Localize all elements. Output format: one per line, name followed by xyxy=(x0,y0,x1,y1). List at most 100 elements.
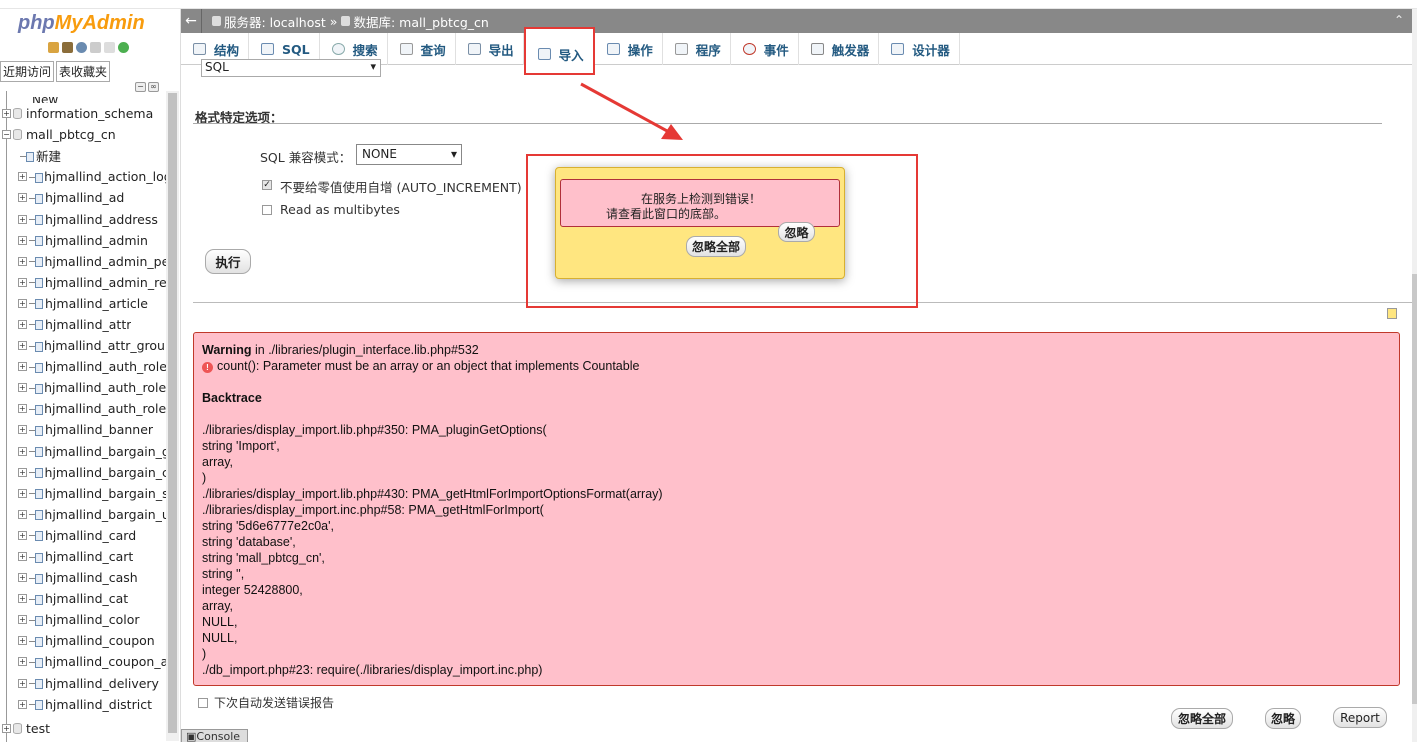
expand-icon[interactable]: + xyxy=(18,467,27,477)
backtrace-line: string '5d6e6777e2c0a', xyxy=(202,519,334,533)
tree-table-item[interactable]: + hjmallind_bargain_g xyxy=(0,441,166,462)
expand-icon[interactable]: + xyxy=(18,446,27,456)
sidebar-scrollbar[interactable] xyxy=(166,91,179,741)
home-icon[interactable] xyxy=(48,42,59,53)
tree-table-item[interactable]: + hjmallind_ad xyxy=(0,187,166,208)
expand-icon[interactable]: + xyxy=(18,172,27,182)
tab-routines[interactable]: 程序 xyxy=(663,33,731,65)
expand-icon[interactable]: + xyxy=(18,488,27,498)
collapse-header-icon[interactable]: ⌃ xyxy=(1394,13,1404,27)
expand-icon[interactable]: + xyxy=(18,341,27,351)
tree-table-item[interactable]: + hjmallind_bargain_c xyxy=(0,462,166,483)
expand-icon[interactable]: + xyxy=(18,214,27,224)
main-scrollbar[interactable] xyxy=(1412,9,1417,742)
tree-item-new-table[interactable]: 新建 xyxy=(0,145,166,166)
tree-table-item[interactable]: + hjmallind_district xyxy=(0,694,166,715)
tree-table-item[interactable]: + hjmallind_attr xyxy=(0,314,166,335)
tab-export[interactable]: 导出 xyxy=(456,33,524,65)
ignore-button[interactable]: 忽略 xyxy=(1265,708,1301,729)
no-auto-increment-checkbox[interactable]: ✓ xyxy=(262,180,272,190)
back-arrow-icon[interactable]: ← xyxy=(181,9,202,33)
tab-triggers[interactable]: 触发器 xyxy=(799,33,880,65)
tab-events[interactable]: 事件 xyxy=(731,33,799,65)
expand-icon[interactable]: + xyxy=(2,723,11,733)
tree-table-item[interactable]: + hjmallind_auth_role_ xyxy=(0,377,166,398)
expand-icon[interactable]: + xyxy=(18,383,27,393)
tree-table-item[interactable]: + hjmallind_coupon_a xyxy=(0,651,166,672)
multibytes-checkbox[interactable] xyxy=(262,205,272,215)
tab-wrench[interactable]: 操作 xyxy=(595,33,663,65)
reload-icon[interactable] xyxy=(118,42,129,53)
breadcrumb-server[interactable]: 服务器: localhost xyxy=(212,12,326,31)
expand-icon[interactable]: + xyxy=(18,256,27,266)
tab-import[interactable]: 导入 xyxy=(523,27,595,75)
tree-db-information-schema[interactable]: + information_schema xyxy=(0,103,166,124)
help-icon[interactable] xyxy=(76,42,87,53)
expand-icon[interactable]: + xyxy=(18,678,27,688)
tree-item-new[interactable]: New xyxy=(0,91,166,103)
expand-icon[interactable]: + xyxy=(18,552,27,562)
tree-table-item[interactable]: + hjmallind_address xyxy=(0,208,166,229)
tab-favorites[interactable]: 表收藏夹 xyxy=(56,61,111,82)
tree-table-item[interactable]: + hjmallind_cat xyxy=(0,588,166,609)
console-tab[interactable]: ▣Console xyxy=(181,729,248,742)
table-icon xyxy=(29,552,43,563)
expand-icon[interactable]: + xyxy=(18,298,27,308)
tree-table-item[interactable]: + hjmallind_auth_role_ xyxy=(0,398,166,419)
tree-table-item[interactable]: + hjmallind_delivery xyxy=(0,673,166,694)
tree-table-item[interactable]: + hjmallind_bargain_u xyxy=(0,504,166,525)
tree-table-item[interactable]: + hjmallind_admin_pe xyxy=(0,251,166,272)
expand-icon[interactable]: + xyxy=(18,615,27,625)
import-format-select[interactable]: SQL xyxy=(201,59,381,77)
ignore-all-button[interactable]: 忽略全部 xyxy=(1171,708,1233,729)
tree-table-item[interactable]: + hjmallind_card xyxy=(0,525,166,546)
notes-icon[interactable] xyxy=(1387,308,1397,319)
tree-db-mall-pbtcg-cn[interactable]: − mall_pbtcg_cn xyxy=(0,124,166,145)
phpmyadmin-logo[interactable]: phpMyAdmin xyxy=(18,12,145,35)
scrollbar-thumb[interactable] xyxy=(1412,274,1417,704)
expand-icon[interactable]: + xyxy=(18,404,27,414)
tree-table-item[interactable]: + hjmallind_auth_role xyxy=(0,356,166,377)
expand-icon[interactable]: + xyxy=(18,235,27,245)
expand-icon[interactable]: + xyxy=(18,319,27,329)
tab-query[interactable]: 查询 xyxy=(388,33,456,65)
tree-table-item[interactable]: + hjmallind_attr_group xyxy=(0,335,166,356)
expand-icon[interactable]: + xyxy=(18,699,27,709)
expand-icon[interactable]: + xyxy=(18,425,27,435)
popup-ignore-button[interactable]: 忽略 xyxy=(778,222,815,242)
tree-table-item[interactable]: + hjmallind_admin_re xyxy=(0,272,166,293)
expand-icon[interactable]: + xyxy=(18,530,27,540)
expand-icon[interactable]: + xyxy=(18,362,27,372)
go-button[interactable]: 执行 xyxy=(205,249,251,274)
expand-icon[interactable]: + xyxy=(18,277,27,287)
tree-table-item[interactable]: + hjmallind_admin xyxy=(0,230,166,251)
tree-table-item[interactable]: + hjmallind_article xyxy=(0,293,166,314)
expand-icon[interactable]: + xyxy=(18,573,27,583)
settings-icon[interactable] xyxy=(104,42,115,53)
expand-icon[interactable]: + xyxy=(18,193,27,203)
expand-icon[interactable]: + xyxy=(18,594,27,604)
popup-ignore-all-button[interactable]: 忽略全部 xyxy=(686,236,746,257)
tree-table-item[interactable]: + hjmallind_coupon xyxy=(0,630,166,651)
docs-icon[interactable] xyxy=(90,42,101,53)
expand-icon[interactable]: + xyxy=(2,109,11,119)
tab-recent[interactable]: 近期访问 xyxy=(0,61,55,82)
expand-icon[interactable]: + xyxy=(18,657,27,667)
tree-table-item[interactable]: + hjmallind_color xyxy=(0,609,166,630)
sql-compat-select[interactable]: NONE xyxy=(356,144,462,165)
breadcrumb-database[interactable]: 数据库: mall_pbtcg_cn xyxy=(341,12,489,31)
tree-table-item[interactable]: + hjmallind_bargain_s xyxy=(0,483,166,504)
tab-designer[interactable]: 设计器 xyxy=(879,33,960,65)
collapse-icon[interactable]: − xyxy=(2,130,11,140)
tree-table-item[interactable]: + hjmallind_banner xyxy=(0,419,166,440)
logout-icon[interactable] xyxy=(62,42,73,53)
tree-table-item[interactable]: + hjmallind_action_log xyxy=(0,166,166,187)
tree-table-item[interactable]: + hjmallind_cash xyxy=(0,567,166,588)
expand-icon[interactable]: + xyxy=(18,636,27,646)
scrollbar-thumb[interactable] xyxy=(168,93,177,733)
report-button[interactable]: Report xyxy=(1333,707,1387,728)
tree-db-test[interactable]: + test xyxy=(0,718,166,739)
expand-icon[interactable]: + xyxy=(18,509,27,519)
auto-report-checkbox[interactable] xyxy=(198,697,208,708)
tree-table-item[interactable]: + hjmallind_cart xyxy=(0,546,166,567)
